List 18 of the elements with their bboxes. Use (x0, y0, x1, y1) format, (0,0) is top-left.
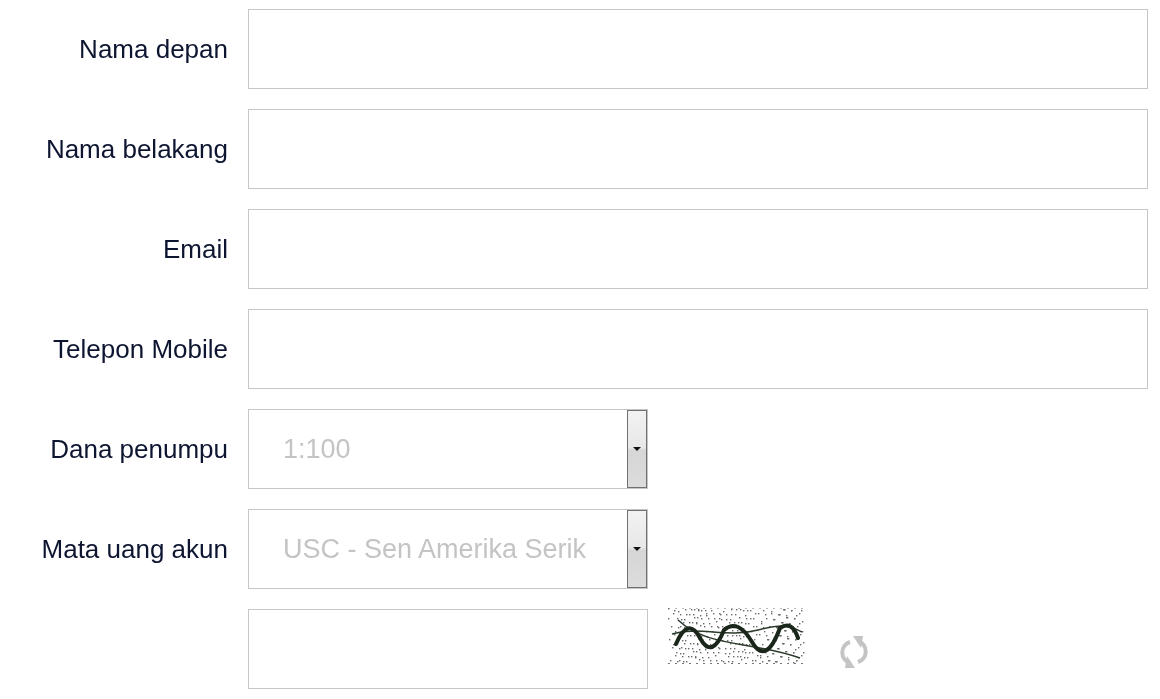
input-field[interactable] (248, 109, 1148, 189)
input-field[interactable] (248, 309, 1148, 389)
input-field[interactable] (248, 9, 1148, 89)
field-label: Dana penumpu (50, 433, 228, 465)
field-label: Nama belakang (45, 133, 228, 165)
field-label: Email (163, 233, 228, 265)
field-label: Telepon Mobile (53, 333, 228, 365)
dropdown-button[interactable] (627, 510, 647, 588)
input-field[interactable] (248, 209, 1148, 289)
caret-icon (633, 547, 641, 551)
field-label: Mata uang akun (41, 533, 228, 565)
refresh-icon[interactable] (838, 636, 870, 668)
caret-icon (633, 447, 641, 451)
dropdown-button[interactable] (627, 410, 647, 488)
input-field[interactable] (248, 609, 648, 689)
dropdown[interactable]: USC - Sen Amerika Serik (248, 509, 648, 589)
field-label: Nama depan (79, 33, 228, 65)
dropdown[interactable]: 1:100 (248, 409, 648, 489)
